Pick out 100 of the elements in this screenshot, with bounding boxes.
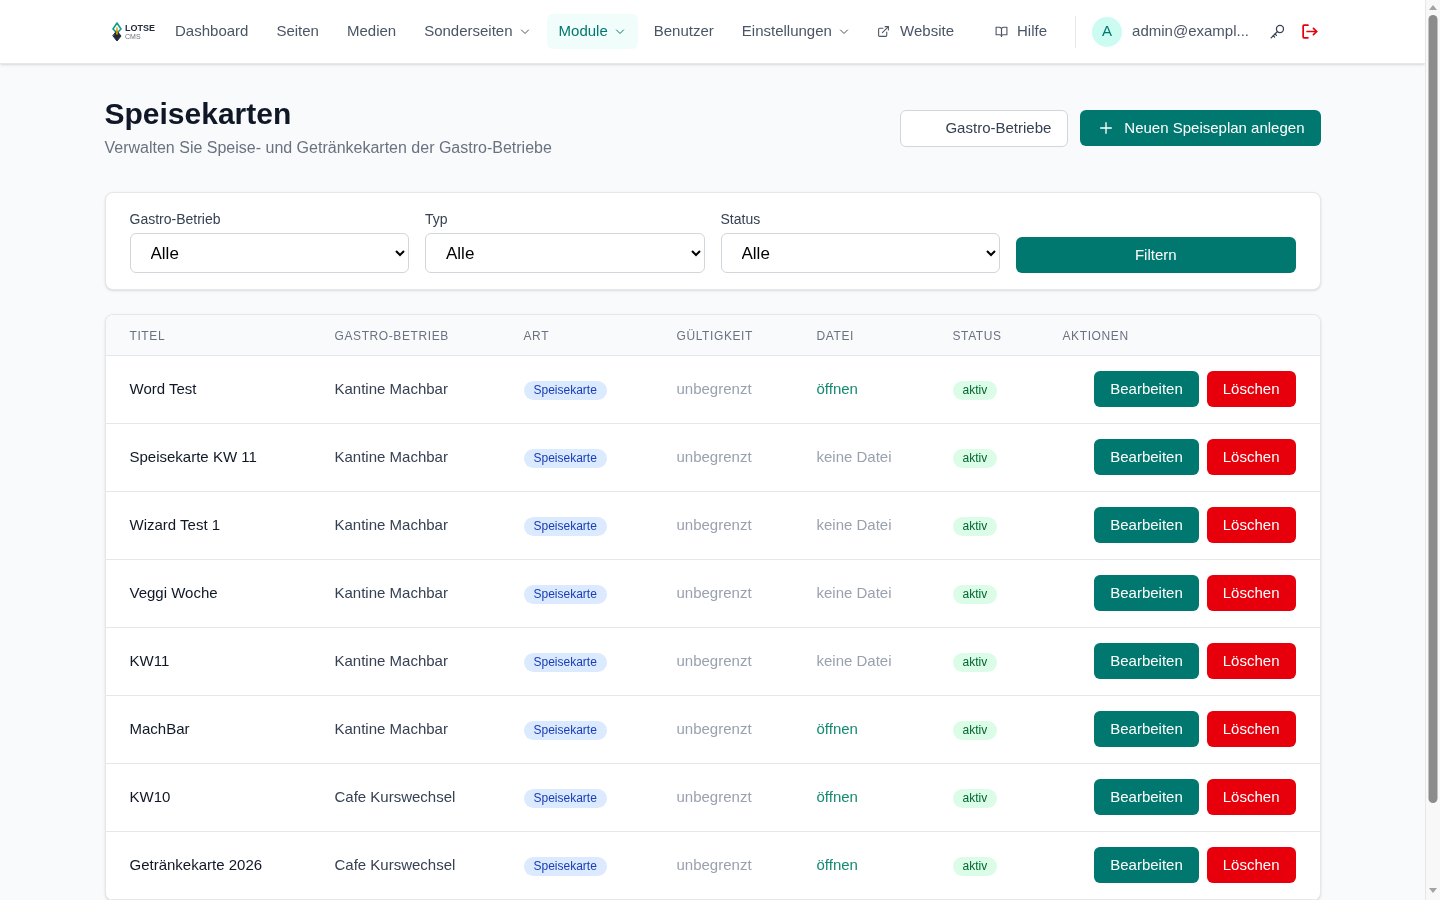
user-email[interactable]: admin@exampl... — [1132, 20, 1249, 43]
filter-button[interactable]: Filtern — [1016, 237, 1296, 273]
edit-button[interactable]: Bearbeiten — [1094, 371, 1199, 407]
type-badge: Speisekarte — [523, 585, 607, 604]
type-badge: Speisekarte — [523, 857, 607, 876]
validity-text: unbegrenzt — [676, 584, 752, 601]
no-file-text: keine Datei — [816, 584, 892, 601]
column-header: TITEL — [129, 328, 166, 343]
column-header: DATEI — [816, 328, 854, 343]
venues-button[interactable]: Gastro-Betriebe — [900, 109, 1069, 147]
edit-button[interactable]: Bearbeiten — [1094, 507, 1199, 543]
menu-title: Speisekarte KW 11 — [129, 448, 257, 465]
filter-label: Typ — [425, 210, 449, 229]
logo-icon — [112, 21, 122, 42]
edit-button[interactable]: Bearbeiten — [1094, 779, 1199, 815]
column-header: ART — [523, 328, 550, 343]
menu-title: MachBar — [129, 720, 190, 737]
delete-button[interactable]: Löschen — [1206, 439, 1296, 475]
nav-link[interactable]: Hilfe — [982, 14, 1060, 49]
delete-button[interactable]: Löschen — [1206, 711, 1296, 747]
key-icon[interactable] — [1269, 23, 1286, 40]
validity-text: unbegrenzt — [676, 788, 752, 805]
venue-name: Kantine Machbar — [334, 380, 448, 397]
type-badge: Speisekarte — [523, 721, 607, 740]
external-link-icon — [877, 25, 891, 38]
delete-button[interactable]: Löschen — [1206, 847, 1296, 883]
validity-text: unbegrenzt — [676, 720, 752, 737]
type-badge: Speisekarte — [523, 789, 607, 808]
menu-title: KW10 — [129, 788, 171, 805]
venue-name: Cafe Kurswechsel — [334, 856, 456, 873]
file-link[interactable]: öffnen — [816, 856, 858, 873]
no-file-text: keine Datei — [816, 448, 892, 465]
nav-item[interactable]: Einstellungen — [729, 14, 862, 49]
delete-button[interactable]: Löschen — [1206, 507, 1296, 543]
filter-select[interactable]: Alle — [720, 233, 1000, 273]
menu-title: Word Test — [129, 380, 197, 397]
nav-item[interactable]: Seiten — [264, 14, 331, 49]
nav-link[interactable]: Website — [865, 14, 967, 49]
logo-text: LOTSE — [125, 22, 155, 33]
validity-text: unbegrenzt — [676, 448, 752, 465]
column-header: AKTIONEN — [1062, 328, 1129, 343]
validity-text: unbegrenzt — [676, 856, 752, 873]
edit-button[interactable]: Bearbeiten — [1094, 439, 1199, 475]
type-badge: Speisekarte — [523, 381, 607, 400]
file-link[interactable]: öffnen — [816, 380, 858, 397]
status-badge: aktiv — [952, 449, 998, 468]
delete-button[interactable]: Löschen — [1206, 643, 1296, 679]
filter-select[interactable]: Alle — [129, 233, 409, 273]
menu-title: Getränkekarte 2026 — [129, 856, 263, 873]
nav-item[interactable]: Dashboard — [163, 14, 261, 49]
edit-button[interactable]: Bearbeiten — [1094, 643, 1199, 679]
venue-name: Kantine Machbar — [334, 448, 448, 465]
menu-title: Veggi Woche — [129, 584, 218, 601]
delete-button[interactable]: Löschen — [1206, 779, 1296, 815]
no-file-text: keine Datei — [816, 516, 892, 533]
status-badge: aktiv — [952, 517, 998, 536]
status-badge: aktiv — [952, 721, 998, 740]
filter-select[interactable]: Alle — [425, 233, 705, 273]
file-link[interactable]: öffnen — [816, 788, 858, 805]
nav-item[interactable]: Module — [546, 14, 638, 49]
validity-text: unbegrenzt — [676, 516, 752, 533]
nav-item[interactable]: Benutzer — [641, 14, 726, 49]
book-icon — [994, 25, 1010, 38]
type-badge: Speisekarte — [523, 653, 607, 672]
file-link[interactable]: öffnen — [816, 720, 858, 737]
filter-label: Gastro-Betrieb — [129, 210, 222, 229]
status-badge: aktiv — [952, 653, 998, 672]
plus-icon — [1098, 120, 1115, 136]
column-header: GASTRO-BETRIEB — [334, 328, 449, 343]
user-avatar: A — [1092, 16, 1123, 47]
type-badge: Speisekarte — [523, 517, 607, 536]
page-subtitle: Verwalten Sie Speise- und Getränkekarten der Gastro-Betriebe — [104, 138, 552, 158]
status-badge: aktiv — [952, 585, 998, 604]
status-badge: aktiv — [952, 857, 998, 876]
edit-button[interactable]: Bearbeiten — [1094, 847, 1199, 883]
validity-text: unbegrenzt — [676, 652, 752, 669]
delete-button[interactable]: Löschen — [1206, 575, 1296, 611]
page-title: Speisekarten — [104, 96, 293, 132]
nav-item[interactable]: Medien — [334, 14, 409, 49]
venue-name: Kantine Machbar — [334, 652, 448, 669]
new-menu-button[interactable]: Neuen Speiseplan anlegen — [1080, 110, 1321, 146]
type-badge: Speisekarte — [523, 449, 607, 468]
venue-name: Cafe Kurswechsel — [334, 788, 456, 805]
venue-name: Kantine Machbar — [334, 584, 448, 601]
status-badge: aktiv — [952, 381, 998, 400]
validity-text: unbegrenzt — [676, 380, 752, 397]
column-header: GÜLTIGKEIT — [676, 328, 753, 343]
status-badge: aktiv — [952, 789, 998, 808]
venue-name: Kantine Machbar — [334, 720, 448, 737]
filter-label: Status — [720, 210, 762, 229]
column-header: STATUS — [952, 328, 1002, 343]
menu-title: Wizard Test 1 — [129, 516, 221, 533]
delete-button[interactable]: Löschen — [1206, 371, 1296, 407]
nav-item[interactable]: Sonderseiten — [412, 14, 543, 49]
no-file-text: keine Datei — [816, 652, 892, 669]
menu-title: KW11 — [129, 652, 170, 669]
venue-name: Kantine Machbar — [334, 516, 448, 533]
edit-button[interactable]: Bearbeiten — [1094, 575, 1199, 611]
edit-button[interactable]: Bearbeiten — [1094, 711, 1199, 747]
logout-icon[interactable] — [1300, 22, 1319, 41]
